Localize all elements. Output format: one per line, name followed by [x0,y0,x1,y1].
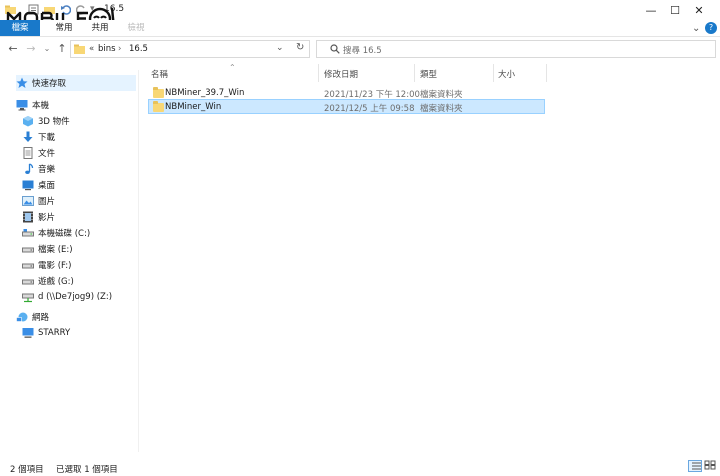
sidebar-item-label: 快速存取 [32,79,67,89]
download-icon [22,131,34,143]
sidebar-item-network[interactable]: 網路 [16,309,49,325]
sidebar-item-drive-f[interactable]: 電影 (F:) [22,257,138,273]
search-icon [330,44,340,54]
sidebar-item-documents[interactable]: 文件 [22,145,138,161]
file-name[interactable]: NBMiner_Win [165,102,221,112]
document-icon [22,147,34,159]
sidebar-item-starry[interactable]: STARRY [22,325,70,341]
sidebar-item-quick-access[interactable]: 快速存取 [16,75,136,91]
column-divider[interactable] [546,64,547,82]
folder-icon [153,101,164,112]
music-icon [22,163,34,175]
sidebar-item-label: 下載 [38,133,56,143]
sidebar-item-drive-e[interactable]: 檔案 (E:) [22,241,138,257]
sidebar-item-label: 本機 [32,101,50,111]
sidebar-item-label: 影片 [38,213,56,223]
sidebar-item-label: 遊戲 (G:) [38,277,74,287]
video-icon [22,211,34,223]
column-header-modified[interactable]: 修改日期 [324,68,358,80]
sidebar-item-label: 文件 [38,149,56,159]
sidebar-item-label: 圖片 [38,197,56,207]
breadcrumb-bins[interactable]: bins [98,44,116,54]
sidebar-item-drive-g[interactable]: 遊戲 (G:) [22,273,138,289]
file-name[interactable]: NBMiner_39.7_Win [165,88,244,98]
details-view-button[interactable] [688,460,702,472]
file-type: 檔案資料夾 [420,104,463,114]
close-button[interactable]: ✕ [676,0,720,20]
this-pc-children: 3D 物件 下載 文件 音樂 桌面 圖片 影片 本機磁碟 (C:) 檔案 (E:… [22,113,138,305]
tab-view[interactable]: 檢視 [116,20,156,36]
ribbon-collapse-button[interactable]: ⌄ [692,23,700,34]
breadcrumb-current[interactable]: 16.5 [129,44,148,54]
sidebar-item-this-pc[interactable]: 本機 [16,97,49,113]
star-icon [16,77,28,89]
drive-icon [22,259,34,271]
drive-icon [22,227,34,239]
network-drive-icon [22,291,34,303]
tab-file[interactable]: 檔案 [0,20,40,36]
column-header-name[interactable]: 名稱 [151,68,168,80]
folder-icon [153,87,164,98]
sidebar-item-label: 桌面 [38,181,56,191]
column-divider[interactable] [318,64,319,82]
column-header-type[interactable]: 類型 [420,68,437,80]
sidebar-item-label: STARRY [38,328,71,338]
desktop-icon [22,179,34,191]
sidebar-item-3d-objects[interactable]: 3D 物件 [22,113,138,129]
selected-count: 已選取 1 個項目 [56,465,118,475]
column-divider[interactable] [493,64,494,82]
sidebar-item-label: 檔案 (E:) [38,245,73,255]
3d-objects-icon [22,115,34,127]
computer-icon [16,99,28,111]
breadcrumb-separator: › [118,44,122,54]
sidebar-item-label: 網路 [32,313,50,323]
column-divider[interactable] [414,64,415,82]
sort-arrow-icon: ⌃ [229,63,236,72]
sidebar-item-label: 電影 (F:) [38,261,72,271]
file-modified: 2021/12/5 上午 09:58 [324,104,415,114]
up-button[interactable]: ↑ [55,42,69,56]
sidebar-item-downloads[interactable]: 下載 [22,129,138,145]
recent-locations-button[interactable]: ⌄ [40,42,54,56]
sidebar-item-desktop[interactable]: 桌面 [22,177,138,193]
sidebar-item-videos[interactable]: 影片 [22,209,138,225]
sidebar-item-label: 3D 物件 [38,117,70,127]
sidebar-item-drive-z[interactable]: d (\\De7jog9) (Z:) [22,289,138,305]
refresh-icon[interactable]: ↻ [296,42,304,53]
column-header-size[interactable]: 大小 [498,68,515,80]
tab-home[interactable]: 常用 [44,20,84,36]
tab-share[interactable]: 共用 [80,20,120,36]
address-dropdown-button[interactable]: ⌄ [276,43,284,53]
back-button[interactable]: ← [6,42,20,56]
folder-icon [74,44,85,54]
breadcrumb-overflow[interactable]: « [89,44,94,54]
search-placeholder: 搜尋 16.5 [343,46,382,56]
help-button[interactable]: ? [705,22,717,34]
computer-icon [22,327,34,339]
forward-button[interactable]: → [24,42,38,56]
large-icons-view-button[interactable] [704,460,718,472]
sidebar-item-music[interactable]: 音樂 [22,161,138,177]
sidebar-item-pictures[interactable]: 圖片 [22,193,138,209]
sidebar-item-drive-c[interactable]: 本機磁碟 (C:) [22,225,138,241]
item-count: 2 個項目 [10,465,44,475]
network-icon [16,311,28,323]
sidebar-item-label: 本機磁碟 (C:) [38,229,91,239]
sidebar-item-label: 音樂 [38,165,56,175]
pictures-icon [22,195,34,207]
drive-icon [22,275,34,287]
drive-icon [22,243,34,255]
sidebar-item-label: d (\\De7jog9) (Z:) [38,292,113,302]
